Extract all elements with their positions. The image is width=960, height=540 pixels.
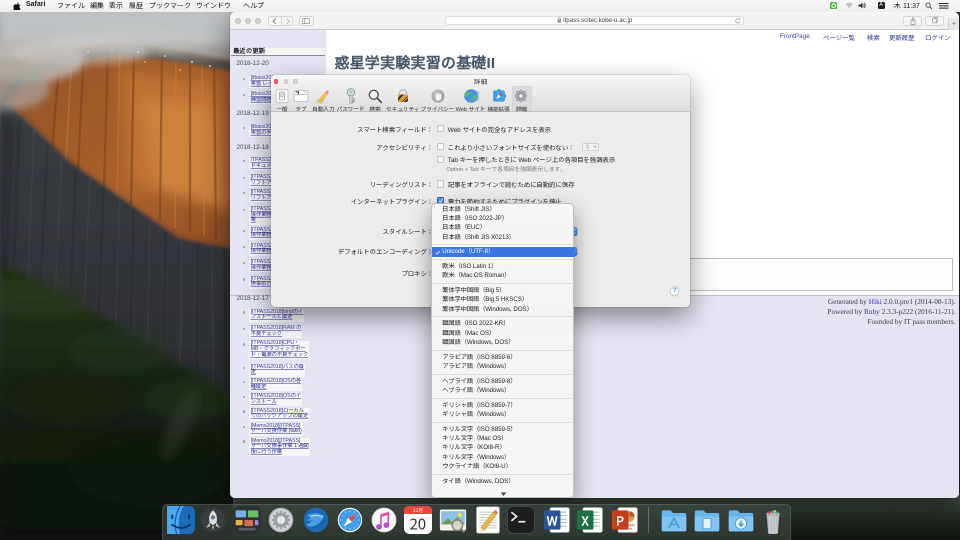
svg-text:X: X	[581, 511, 590, 529]
svg-text:W: W	[546, 511, 557, 529]
svg-text:P: P	[616, 511, 624, 529]
svg-text:20: 20	[409, 514, 426, 534]
